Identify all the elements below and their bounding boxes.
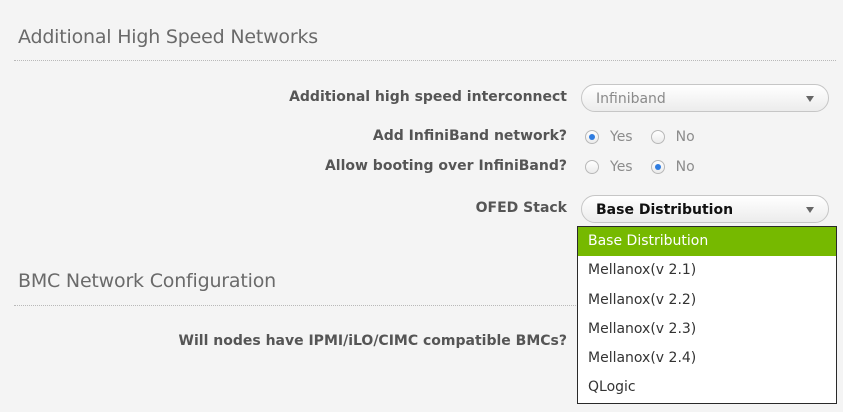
add-infiniband-yes-radio[interactable] (585, 130, 599, 144)
section-title-high-speed-networks: Additional High Speed Networks (18, 26, 318, 48)
allow-booting-no-radio[interactable] (650, 160, 665, 174)
add-infiniband-radio-group: Yes No (585, 127, 713, 147)
interconnect-label: Additional high speed interconnect (289, 89, 567, 105)
add-infiniband-yes-label: Yes (610, 129, 633, 145)
dropdown-option[interactable]: Mellanox(v 2.4) (578, 344, 836, 373)
network-config-page: Additional High Speed Networks Additiona… (0, 0, 843, 412)
section-divider (14, 60, 836, 61)
add-infiniband-label: Add InfiniBand network? (372, 128, 567, 144)
interconnect-select[interactable]: Infiniband (581, 84, 829, 112)
dropdown-option[interactable]: QLogic (578, 373, 836, 402)
add-infiniband-no-label: No (675, 129, 695, 145)
dropdown-option[interactable]: Mellanox(v 2.3) (578, 315, 836, 344)
dropdown-option[interactable]: Mellanox(v 2.1) (578, 256, 836, 285)
allow-booting-yes-radio[interactable] (585, 160, 599, 174)
chevron-down-icon (806, 96, 814, 102)
allow-booting-yes-option[interactable]: Yes (585, 159, 633, 175)
chevron-down-icon (806, 207, 814, 213)
add-infiniband-no-option[interactable]: No (650, 129, 695, 145)
interconnect-select-value: Infiniband (596, 91, 666, 107)
ofed-stack-select-value: Base Distribution (596, 202, 734, 218)
allow-booting-no-label: No (675, 159, 695, 175)
dropdown-option[interactable]: Mellanox(v 2.2) (578, 286, 836, 315)
section-title-bmc-network-configuration: BMC Network Configuration (18, 270, 276, 292)
allow-booting-label: Allow booting over InfiniBand? (324, 158, 567, 174)
add-infiniband-yes-option[interactable]: Yes (585, 129, 633, 145)
ofed-stack-select[interactable]: Base Distribution (581, 195, 829, 223)
allow-booting-radio-group: Yes No (585, 157, 713, 177)
dropdown-option[interactable]: Base Distribution (578, 227, 836, 257)
ofed-stack-dropdown-list: Base Distribution Mellanox(v 2.1) Mellan… (577, 226, 837, 404)
allow-booting-no-option[interactable]: No (650, 159, 695, 175)
allow-booting-yes-label: Yes (610, 159, 633, 175)
bmc-question-label: Will nodes have IPMI/iLO/CIMC compatible… (178, 333, 567, 349)
ofed-stack-label: OFED Stack (475, 200, 567, 216)
add-infiniband-no-radio[interactable] (650, 130, 665, 144)
